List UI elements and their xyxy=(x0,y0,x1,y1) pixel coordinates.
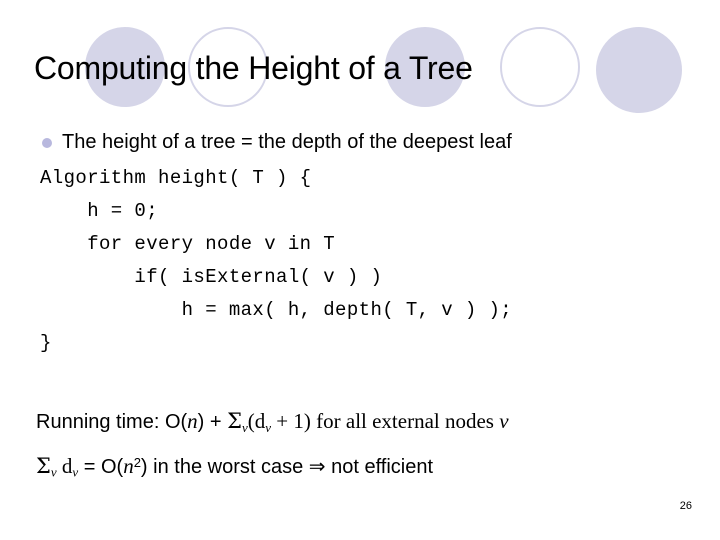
d-symbol: d xyxy=(56,453,73,478)
worst-case-text: ) in the worst case xyxy=(140,455,309,478)
code-line: h = 0; xyxy=(40,200,159,222)
implies-arrow-icon: ⇒ xyxy=(308,455,326,478)
sigma-symbol-2: Σ xyxy=(36,453,51,478)
n-symbol-2: n xyxy=(123,453,134,478)
sum-body-text: (d xyxy=(247,409,266,433)
not-efficient-text: not efficient xyxy=(325,455,434,478)
code-line: h = max( h, depth( T, v ) ); xyxy=(40,299,513,321)
n-symbol: n xyxy=(187,409,198,433)
equals-text: = O( xyxy=(78,455,124,478)
page-title: Computing the Height of a Tree xyxy=(34,50,473,86)
running-time-line-2: Σv dv = O(n2) in the worst case ⇒ not ef… xyxy=(36,445,696,490)
plus-one-text: + 1) for all external nodes xyxy=(271,409,500,433)
exponent-two: 2 xyxy=(133,454,141,470)
bullet-dot-icon xyxy=(42,138,52,148)
running-time-note: Running time: O(n) + Σv(dv + 1) for all … xyxy=(36,404,696,490)
running-time-line-1: Running time: O(n) + Σv(dv + 1) for all … xyxy=(36,404,696,445)
slide-canvas: Computing the Height of a Tree The heigh… xyxy=(0,0,720,540)
code-line: } xyxy=(40,332,52,354)
page-number: 26 xyxy=(679,500,692,512)
code-line: for every node v in T xyxy=(40,233,336,255)
bullet-list-item: The height of a tree = the depth of the … xyxy=(0,128,720,156)
sigma-symbol: Σ xyxy=(227,409,242,433)
code-line: Algorithm height( T ) { xyxy=(40,167,312,189)
bullet-item-text: The height of a tree = the depth of the … xyxy=(62,131,512,153)
code-line: if( isExternal( v ) ) xyxy=(40,266,383,288)
running-time-label: Running time: O( xyxy=(36,411,188,433)
slide-body: The height of a tree = the depth of the … xyxy=(0,128,720,360)
after-n-text: ) + xyxy=(197,411,228,433)
pseudocode-block: Algorithm height( T ) { h = 0; for every… xyxy=(0,162,720,360)
trailing-v-symbol: v xyxy=(499,409,509,433)
